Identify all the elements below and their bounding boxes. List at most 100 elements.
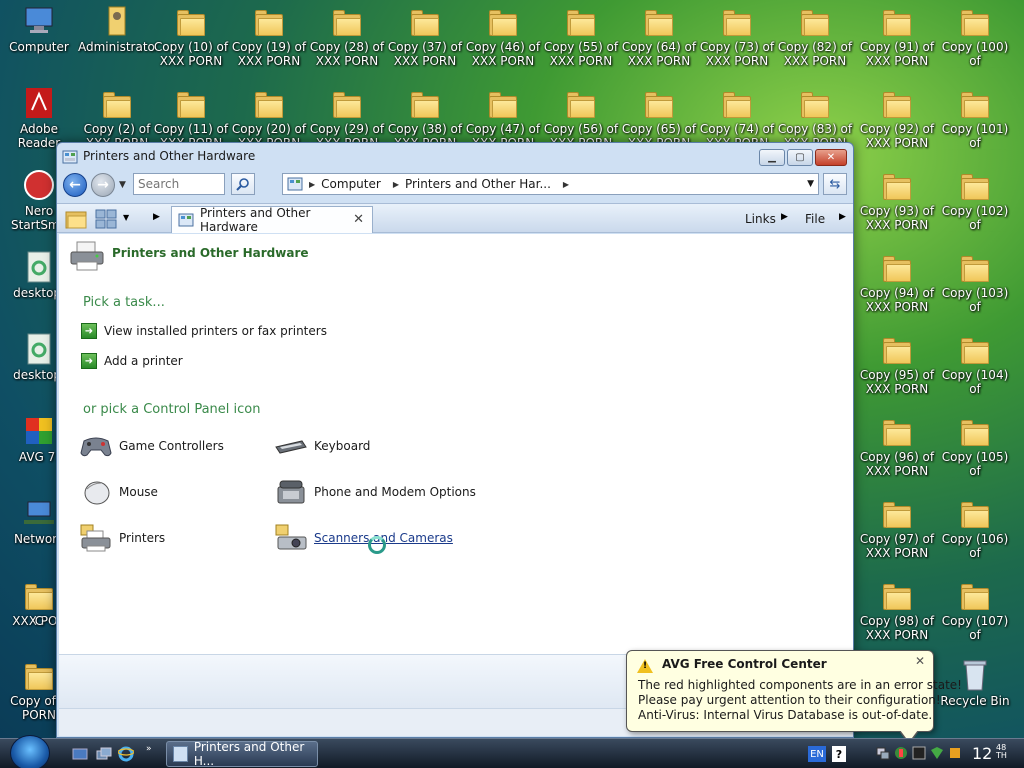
cp-item-game-controllers[interactable]: Game Controllers (79, 431, 224, 461)
task-label: Add a printer (104, 354, 183, 368)
desktop-icon-partial[interactable]: C (1014, 412, 1024, 492)
desktop-icon-folder[interactable]: Copy (28) of XXX PORN (308, 2, 386, 82)
task-add-printer[interactable]: ➜ Add a printer (81, 353, 183, 369)
desktop-icon-folder[interactable]: Copy (101) of XXX PORN (936, 84, 1014, 164)
desktop-icon-partial[interactable]: C (1014, 494, 1024, 574)
breadcrumb-separator-icon[interactable]: ▶ (563, 180, 569, 189)
desktop-icon-folder[interactable]: Copy (104) of XXX PORN (936, 330, 1014, 410)
desktop-icon-folder[interactable]: Copy (64) of XXX PORN (620, 2, 698, 82)
desktop-icon-partial[interactable]: C (1014, 248, 1024, 328)
desktop-icon-folder[interactable]: Copy (93) of XXX PORN (858, 166, 936, 246)
desktop-icon-partial[interactable]: C (1014, 330, 1024, 410)
cp-item-mouse[interactable]: Mouse (79, 477, 158, 507)
avg-notification-balloon[interactable]: ! AVG Free Control Center ✕ The red high… (626, 650, 962, 745)
language-indicator[interactable]: EN (808, 746, 826, 762)
desktop-icon-folder[interactable]: Copy (97) of XXX PORN (858, 494, 936, 574)
file-chevron-icon[interactable]: ▶ (839, 212, 846, 222)
folder-icon[interactable] (65, 208, 87, 230)
desktop-icon-recycle[interactable]: Recycle Bin (936, 656, 1014, 736)
desktop-icon-folder[interactable]: Copy (105) of XXX PORN (936, 412, 1014, 492)
desktop-icon-label: Copy (95) of XXX PORN (859, 368, 935, 396)
desktop-icon-folder[interactable]: Copy (98) of XXX PORN (858, 576, 936, 656)
desktop-icon-folder[interactable]: Copy (96) of XXX PORN (858, 412, 936, 492)
network-icon (22, 496, 56, 530)
desktop-icon-label: Copy (10) of XXX PORN (153, 40, 229, 68)
tab-printers-and-other-hardware[interactable]: Printers and Other Hardware ✕ (171, 206, 373, 234)
desktop-icon-partial[interactable]: C (1014, 84, 1024, 164)
links-button[interactable]: Links (745, 212, 776, 226)
folder-icon (798, 4, 832, 38)
desktop-icon-label: Copy (105) of XXX PORN (941, 450, 1009, 478)
desktop-icon-user[interactable]: Administrator (78, 2, 156, 82)
internet-explorer-icon[interactable] (118, 746, 134, 762)
network-tray-icon[interactable] (876, 746, 890, 760)
avg-tray-icon[interactable] (894, 746, 908, 760)
breadcrumb-separator-icon[interactable]: ▶ (309, 180, 315, 189)
tab-close-icon[interactable]: ✕ (353, 212, 364, 227)
show-desktop-icon[interactable] (72, 746, 88, 762)
address-dropdown[interactable]: ▼ (807, 179, 814, 189)
desktop-icon-folder[interactable]: Copy (94) of XXX PORN (858, 248, 936, 328)
desktop-icon-folder[interactable]: Copy (82) of XXX PORN (776, 2, 854, 82)
desktop-icon-folder[interactable]: Copy (91) of XXX PORN (858, 2, 936, 82)
desktop-icon-partial[interactable]: C (1014, 2, 1024, 82)
breadcrumb-computer[interactable]: Computer (321, 177, 381, 191)
address-bar[interactable]: ▶ Computer ▶ Printers and Other Har... ▶… (282, 173, 819, 195)
cp-item-keyboard[interactable]: Keyboard (274, 431, 370, 461)
desktop-icon-label: Copy (64) of XXX PORN (621, 40, 697, 68)
search-input[interactable] (133, 173, 225, 195)
cp-item-printers[interactable]: Printers (79, 523, 165, 553)
desktop-icon-partial[interactable]: C (1014, 166, 1024, 246)
desktop-icon-folder[interactable]: Copy (100) of XXX PORN (936, 2, 1014, 82)
notification-close-button[interactable]: ✕ (915, 654, 925, 668)
volume-tray-icon[interactable] (912, 746, 926, 760)
clock-minutes[interactable]: 48 TH (996, 744, 1007, 760)
recent-pages-dropdown[interactable]: ▼ (119, 180, 126, 190)
quick-launch-overflow-button[interactable]: » (146, 744, 152, 754)
links-chevron-icon[interactable]: ▶ (781, 212, 788, 222)
desktop-icon-computer[interactable]: Computer (0, 2, 78, 82)
desktop-icon-folder[interactable]: Copy (95) of XXX PORN (858, 330, 936, 410)
cp-item-scanners-and-cameras[interactable]: Scanners and Cameras (274, 523, 453, 553)
desktop-icon-label: C (1014, 532, 1024, 546)
security-tray-icon[interactable] (930, 746, 944, 760)
task-view-installed-printers[interactable]: ➜ View installed printers or fax printer… (81, 323, 327, 339)
help-icon[interactable]: ? (832, 746, 846, 762)
title-bar[interactable]: Printers and Other Hardware ▁ ▢ ✕ (57, 143, 853, 171)
forward-button[interactable]: → (91, 173, 115, 197)
start-button[interactable] (10, 735, 50, 768)
desktop-icon-label: Copy (103) of XXX PORN (941, 286, 1009, 314)
switch-windows-icon[interactable] (96, 746, 112, 762)
desktop-icon-folder[interactable]: Copy (55) of XXX PORN (542, 2, 620, 82)
nero-icon (22, 168, 56, 202)
desktop-icon-folder[interactable]: Copy (102) of XXX PORN (936, 166, 1014, 246)
forward-arrow-icon: → (97, 177, 109, 193)
back-button[interactable]: ← (63, 173, 87, 197)
file-menu-button[interactable]: File (805, 212, 825, 226)
desktop-icon-folder[interactable]: Copy (37) of XXX PORN (386, 2, 464, 82)
close-button[interactable]: ✕ (815, 149, 847, 166)
taskbar-item-printers[interactable]: Printers and Other H... (166, 740, 318, 768)
desktop-icon-folder[interactable]: Copy (10) of XXX PORN (152, 2, 230, 82)
desktop-icon-folder[interactable]: Copy (19) of XXX PORN (230, 2, 308, 82)
views-dropdown[interactable]: ▼ (123, 213, 129, 222)
desktop-icon-folder[interactable]: Copy (106) of XXX PORN (936, 494, 1014, 574)
desktop-icon-folder[interactable]: Copy (92) of XXX PORN (858, 84, 936, 164)
minimize-button[interactable]: ▁ (759, 149, 785, 166)
folder-icon (564, 86, 598, 120)
clock-hours[interactable]: 12 (972, 744, 992, 763)
breadcrumb-separator-icon[interactable]: ▶ (393, 180, 399, 189)
toolbar-overflow-button[interactable]: ▶ (153, 212, 160, 222)
desktop-icon-folder[interactable]: Copy (107) of XXX PORN (936, 576, 1014, 656)
breadcrumb-printers[interactable]: Printers and Other Har... (405, 177, 551, 191)
refresh-button[interactable]: ⇆ (823, 173, 847, 195)
desktop-icon-folder[interactable]: Copy (73) of XXX PORN (698, 2, 776, 82)
views-icon[interactable] (95, 209, 117, 229)
alert-tray-icon[interactable] (948, 746, 962, 760)
maximize-button[interactable]: ▢ (787, 149, 813, 166)
adobe-reader-icon (22, 86, 56, 120)
desktop-icon-folder[interactable]: Copy (46) of XXX PORN (464, 2, 542, 82)
desktop-icon-folder[interactable]: Copy (103) of XXX PORN (936, 248, 1014, 328)
search-button[interactable] (231, 173, 255, 195)
cp-item-phone-and-modem[interactable]: Phone and Modem Options (274, 477, 476, 507)
